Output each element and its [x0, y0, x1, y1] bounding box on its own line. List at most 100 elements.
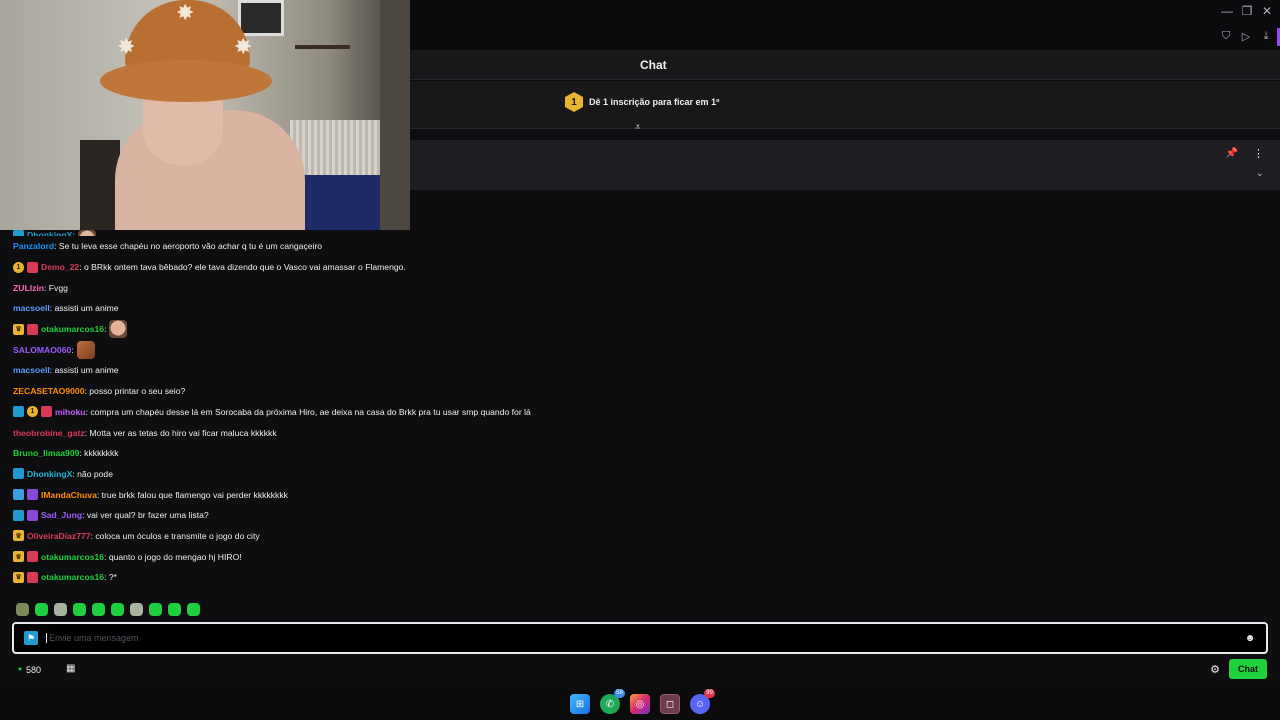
chat-badge-icon[interactable]: [41, 406, 52, 418]
minimize-icon[interactable]: —: [1220, 4, 1234, 18]
chat-message: 1 Demo_22: o BRkk ontem tava bêbado? ele …: [13, 257, 1280, 278]
leaderboard-toggle-icon[interactable]: ⩡: [635, 123, 641, 133]
chat-message-list: DhonkingX: Panzalord: Se tu leva esse cha…: [0, 230, 1280, 596]
emote-icon[interactable]: [16, 603, 29, 616]
chat-username[interactable]: macsoell: [13, 365, 50, 375]
download-icon[interactable]: ⤓: [1260, 30, 1272, 42]
webcam-overlay: ✸ ✸ ✸: [0, 0, 410, 230]
wall-shelf: [295, 45, 350, 49]
gear-icon[interactable]: ⚙: [1210, 663, 1220, 676]
chat-username[interactable]: theobrobine_gatz: [13, 428, 85, 438]
chat-badge-icon[interactable]: 1: [27, 406, 38, 418]
chat-username[interactable]: otakumarcos16: [41, 324, 104, 334]
chair: [80, 140, 120, 230]
chat-message: ♛ otakumarcos16: ?*: [13, 567, 1280, 588]
chat-emote[interactable]: [78, 230, 97, 236]
chat-input-box: ⚑ ☻: [12, 622, 1268, 654]
emote-icon[interactable]: [187, 603, 200, 616]
chat-username[interactable]: ZULIzin: [13, 283, 44, 293]
emote-icon[interactable]: [73, 603, 86, 616]
close-icon[interactable]: ✕: [1260, 4, 1274, 18]
app-icon[interactable]: ◻: [660, 694, 680, 714]
chat-badge-icon[interactable]: [13, 406, 24, 418]
restore-icon[interactable]: ❐: [1240, 4, 1254, 18]
emote-icon[interactable]: [111, 603, 124, 616]
emote-bar: [16, 603, 200, 616]
chat-message: DhonkingX: não pode: [13, 464, 1280, 485]
chat-username[interactable]: DhonkingX: [27, 469, 72, 479]
chat-message: ZECASETAO9000: posso printar o seu seio?: [13, 381, 1280, 402]
chat-username[interactable]: IMandaChuva: [41, 490, 97, 500]
leaderboard: 1 Dê 1 inscrição para ficar em 1º ⩡: [410, 81, 1280, 133]
chat-username[interactable]: macsoell: [13, 303, 50, 313]
user-badge-icon[interactable]: ⚑: [24, 631, 38, 645]
chat-badge-icon[interactable]: [27, 323, 38, 335]
chat-badge-icon[interactable]: [27, 489, 38, 501]
chat-message: IMandaChuva: true brkk falou que flameng…: [13, 484, 1280, 505]
chat-message: macsoell: assisti um anime: [13, 360, 1280, 381]
chat-username[interactable]: SALOMAO060: [13, 345, 71, 355]
chat-message: Bruno_limaa909: kkkkkkkk: [13, 443, 1280, 464]
chat-username[interactable]: Demo_22: [41, 262, 79, 272]
chat-badge-icon[interactable]: [13, 489, 24, 501]
chat-badge-icon[interactable]: [27, 571, 38, 583]
chat-badge-icon[interactable]: [27, 261, 38, 273]
whatsapp-icon[interactable]: ✆ 58: [600, 689, 625, 714]
leaderboard-item[interactable]: 1 Dê 1 inscrição para ficar em 1º: [565, 92, 719, 112]
shield-icon[interactable]: ⛉: [1220, 30, 1232, 42]
chat-username[interactable]: DhonkingX:: [27, 230, 75, 236]
chat-username[interactable]: otakumarcos16: [41, 572, 104, 582]
emote-icon[interactable]: [168, 603, 181, 616]
chat-message: ♛ otakumarcos16:: [13, 319, 1280, 340]
chat-badge-icon[interactable]: [27, 509, 38, 521]
chat-badge-icon[interactable]: 1: [13, 261, 24, 273]
emote-icon[interactable]: [130, 603, 143, 616]
toolbar-icons: ⛉ ▷ ⤓: [1220, 30, 1272, 43]
chat-username[interactable]: otakumarcos16: [41, 552, 104, 562]
send-icon[interactable]: ▷: [1240, 30, 1252, 43]
discord-icon[interactable]: ☺ 99: [690, 689, 715, 714]
chat-badge-icon[interactable]: ♛: [13, 323, 24, 335]
instagram-icon[interactable]: ◎: [630, 694, 650, 714]
emoji-picker-icon[interactable]: ☻: [1244, 632, 1256, 644]
gift-icon[interactable]: ▦: [66, 663, 75, 674]
chat-message-input[interactable]: [46, 633, 1244, 643]
chat-message-text: : assisti um anime: [49, 365, 119, 376]
chat-badge-icon[interactable]: ♛: [13, 551, 24, 563]
chat-badge-icon[interactable]: ♛: [13, 530, 24, 542]
emote-icon[interactable]: [92, 603, 105, 616]
chat-message: ZULIzin: Fvgg: [13, 277, 1280, 298]
hat-brim: [100, 60, 272, 102]
chat-username[interactable]: mihoku: [55, 407, 86, 417]
send-chat-button[interactable]: Chat: [1229, 659, 1267, 679]
chat-badge-icon[interactable]: [13, 468, 24, 480]
emote-icon[interactable]: [35, 603, 48, 616]
chat-emote[interactable]: [76, 340, 95, 359]
windows-start-icon[interactable]: ⊞: [570, 694, 590, 714]
chat-message-text: :: [104, 324, 107, 335]
chat-badge-icon[interactable]: ♛: [13, 571, 24, 583]
chat-message: 1 mihoku: compra um chapéu desse lá em So…: [13, 402, 1280, 423]
chat-message: Panzalord: Se tu leva esse chapéu no aer…: [13, 236, 1280, 257]
chat-message-text: : true brkk falou que flamengo vai perde…: [96, 489, 288, 500]
pin-icon[interactable]: 📌: [1226, 148, 1238, 159]
chat-message-text: :: [71, 344, 74, 355]
chat-username[interactable]: ZECASETAO9000: [13, 386, 84, 396]
emote-icon[interactable]: [54, 603, 67, 616]
emote-icon[interactable]: [149, 603, 162, 616]
chat-badge-icon[interactable]: [27, 551, 38, 563]
chat-badge-icon[interactable]: [13, 509, 24, 521]
chevron-down-icon[interactable]: ⌄: [1256, 168, 1264, 179]
chat-message-text: : Fvgg: [44, 282, 68, 293]
chat-username[interactable]: Bruno_limaa909: [13, 448, 79, 458]
door: [380, 0, 410, 230]
chat-username[interactable]: Panzalord: [13, 241, 54, 251]
chat-username[interactable]: Sad_Jung: [41, 510, 82, 520]
chat-message-text: : compra um chapéu desse lá em Sorocaba …: [85, 406, 531, 417]
chat-message-text: : assisti um anime: [49, 303, 119, 314]
chat-badge-icon[interactable]: [13, 230, 24, 236]
channel-points[interactable]: ⬩ 580: [18, 663, 41, 676]
chat-username[interactable]: OliveiraDiaz777: [27, 531, 91, 541]
chat-emote[interactable]: [109, 320, 128, 339]
more-options-icon[interactable]: ⋮: [1253, 147, 1264, 160]
